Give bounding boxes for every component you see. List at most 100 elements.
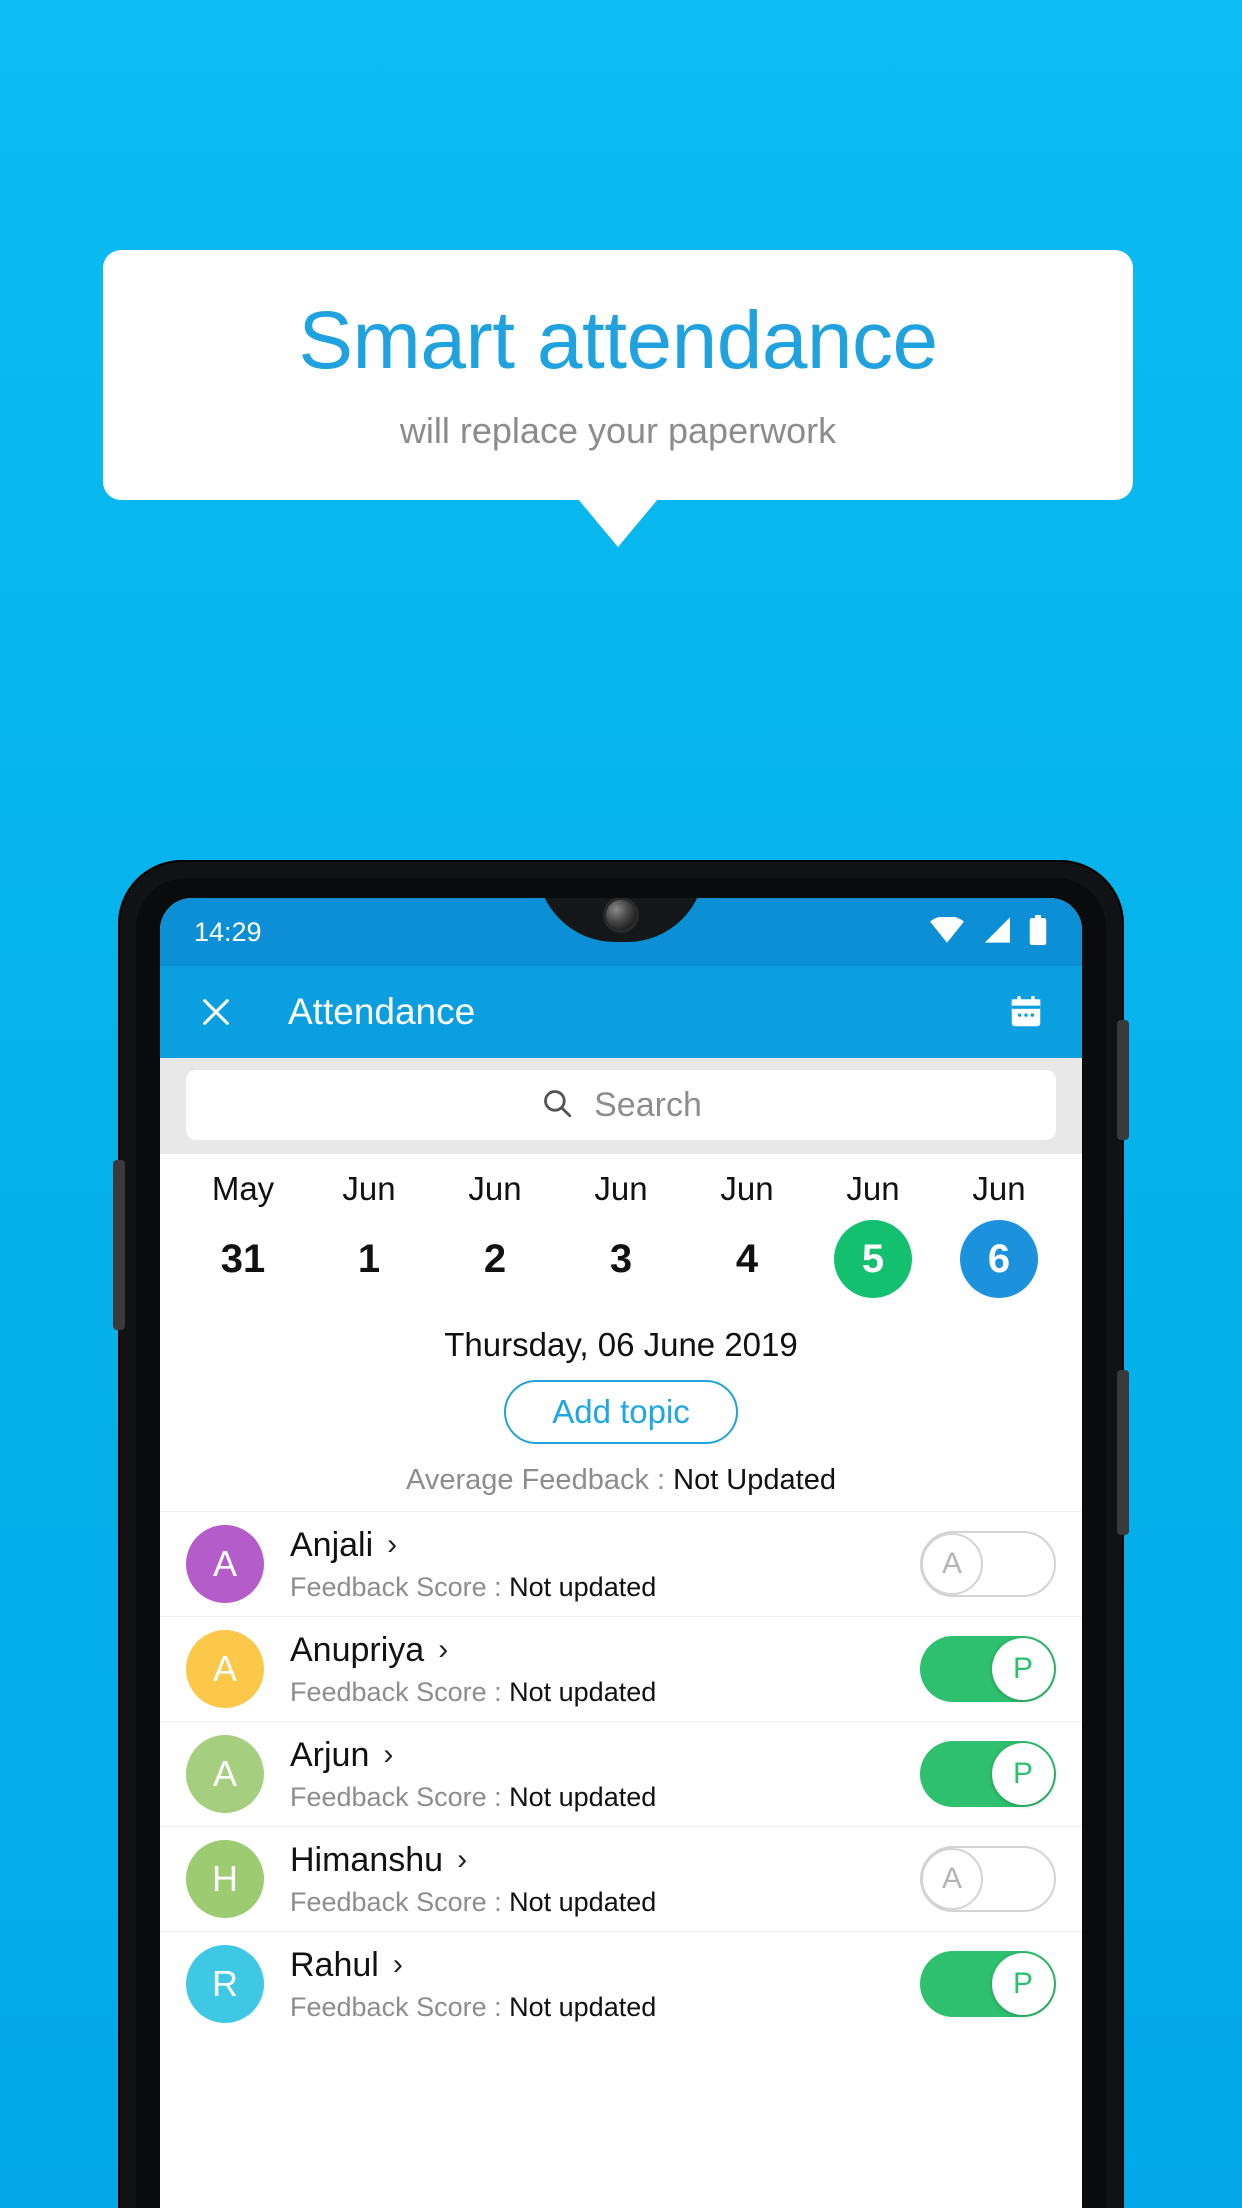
search-placeholder: Search [594, 1085, 702, 1124]
close-icon[interactable] [190, 986, 242, 1038]
chevron-right-icon[interactable]: › [387, 1528, 397, 1562]
feedback-label: Feedback Score : [290, 1886, 510, 1917]
status-icons [930, 914, 1048, 950]
student-name-row: Rahul › [290, 1946, 920, 1985]
attendance-toggle-knob: P [992, 1953, 1054, 2015]
feedback-value: Not updated [509, 1886, 657, 1917]
promo-subtitle: will replace your paperwork [399, 410, 837, 452]
add-topic-button[interactable]: Add topic [504, 1380, 738, 1444]
date-cell[interactable]: Jun 5 [810, 1170, 936, 1298]
phone-mockup: 14:29 Attendance Search May 31 Jun 1 Jun… [113, 860, 1129, 2208]
student-name: Anupriya [290, 1630, 425, 1669]
promo-card: Smart attendance will replace your paper… [103, 250, 1133, 500]
date-day: 6 [960, 1220, 1038, 1298]
student-row[interactable]: A Anupriya › Feedback Score : Not updated P [160, 1616, 1082, 1721]
phone-assistant-button[interactable] [1117, 1370, 1129, 1535]
student-feedback: Feedback Score : Not updated [290, 1887, 920, 1918]
average-feedback-value: Not Updated [673, 1464, 836, 1496]
attendance-toggle[interactable]: P [920, 1951, 1056, 2017]
avatar: A [186, 1735, 264, 1813]
student-name-row: Himanshu › [290, 1841, 920, 1880]
attendance-toggle-knob: A [921, 1848, 983, 1910]
student-feedback: Feedback Score : Not updated [290, 1677, 920, 1708]
date-cell[interactable]: Jun 4 [684, 1170, 810, 1298]
feedback-value: Not updated [509, 1571, 657, 1602]
date-month: Jun [972, 1170, 1026, 1207]
average-feedback-label: Average Feedback : [406, 1464, 674, 1496]
student-feedback: Feedback Score : Not updated [290, 1572, 920, 1603]
phone-screen: 14:29 Attendance Search May 31 Jun 1 Jun… [160, 898, 1082, 2208]
student-feedback: Feedback Score : Not updated [290, 1992, 920, 2023]
feedback-value: Not updated [509, 1781, 657, 1812]
student-row[interactable]: A Arjun › Feedback Score : Not updated P [160, 1721, 1082, 1826]
wifi-icon [930, 915, 964, 948]
date-month: Jun [846, 1170, 900, 1207]
student-row[interactable]: A Anjali › Feedback Score : Not updated A [160, 1511, 1082, 1616]
feedback-label: Feedback Score : [290, 1991, 510, 2022]
student-name: Arjun [290, 1735, 370, 1774]
date-cell[interactable]: Jun 6 [936, 1170, 1062, 1298]
student-info: Anjali › Feedback Score : Not updated [290, 1526, 920, 1603]
date-day: 1 [357, 1236, 381, 1281]
student-row[interactable]: H Himanshu › Feedback Score : Not updated A [160, 1826, 1082, 1931]
avatar: R [186, 1945, 264, 2023]
date-month: Jun [720, 1170, 774, 1207]
chevron-right-icon[interactable]: › [383, 1738, 393, 1772]
feedback-value: Not updated [509, 1991, 657, 2022]
date-day: 4 [735, 1236, 759, 1281]
page-title: Attendance [288, 991, 476, 1032]
avatar: A [186, 1525, 264, 1603]
date-day: 2 [483, 1236, 507, 1281]
student-info: Himanshu › Feedback Score : Not updated [290, 1841, 920, 1918]
date-cell[interactable]: Jun 2 [432, 1170, 558, 1298]
feedback-value: Not updated [509, 1676, 657, 1707]
feedback-label: Feedback Score : [290, 1571, 510, 1602]
student-feedback: Feedback Score : Not updated [290, 1782, 920, 1813]
attendance-toggle[interactable]: A [920, 1531, 1056, 1597]
attendance-toggle[interactable]: P [920, 1741, 1056, 1807]
selected-date-label: Thursday, 06 June 2019 [444, 1326, 798, 1363]
student-name: Anjali [290, 1525, 374, 1564]
date-month: Jun [594, 1170, 648, 1207]
avatar: A [186, 1630, 264, 1708]
phone-power-button[interactable] [1117, 1020, 1129, 1140]
search-input[interactable]: Search [186, 1070, 1056, 1140]
student-name: Himanshu [290, 1840, 444, 1879]
date-cell[interactable]: Jun 1 [306, 1170, 432, 1298]
student-info: Rahul › Feedback Score : Not updated [290, 1946, 920, 2023]
chevron-right-icon[interactable]: › [457, 1843, 467, 1877]
app-bar: Attendance [160, 966, 1082, 1058]
status-bar: 14:29 [160, 898, 1082, 966]
attendance-toggle[interactable]: A [920, 1846, 1056, 1912]
date-cell[interactable]: Jun 3 [558, 1170, 684, 1298]
student-name-row: Arjun › [290, 1736, 920, 1775]
student-name-row: Anupriya › [290, 1631, 920, 1670]
add-topic-container: Add topic [160, 1364, 1082, 1444]
date-month: Jun [342, 1170, 396, 1207]
date-day: 31 [220, 1236, 266, 1281]
student-list: A Anjali › Feedback Score : Not updated A A An… [160, 1511, 1082, 2036]
phone-volume-button[interactable] [113, 1160, 125, 1330]
avatar: H [186, 1840, 264, 1918]
battery-icon [1028, 914, 1048, 950]
calendar-icon[interactable] [1000, 986, 1052, 1038]
promo-title: Smart attendance [298, 294, 938, 386]
date-day: 5 [834, 1220, 912, 1298]
attendance-toggle[interactable]: P [920, 1636, 1056, 1702]
signal-icon [982, 916, 1010, 948]
attendance-toggle-knob: P [992, 1743, 1054, 1805]
promo-bubble-tail [578, 499, 658, 547]
attendance-toggle-knob: A [921, 1533, 983, 1595]
student-info: Anupriya › Feedback Score : Not updated [290, 1631, 920, 1708]
date-month: May [211, 1170, 275, 1207]
chevron-right-icon[interactable]: › [393, 1948, 403, 1982]
date-strip[interactable]: May 31 Jun 1 Jun 2 Jun 3 Jun 4 Jun 5 Jun 6 [160, 1154, 1082, 1308]
average-feedback: Average Feedback : Not Updated [160, 1444, 1082, 1511]
student-name: Rahul [290, 1945, 379, 1984]
date-month: Jun [468, 1170, 522, 1207]
student-row[interactable]: R Rahul › Feedback Score : Not updated P [160, 1931, 1082, 2036]
date-day: 3 [609, 1236, 633, 1281]
date-cell[interactable]: May 31 [180, 1170, 306, 1298]
chevron-right-icon[interactable]: › [438, 1633, 448, 1667]
search-bar-container: Search [160, 1058, 1082, 1154]
